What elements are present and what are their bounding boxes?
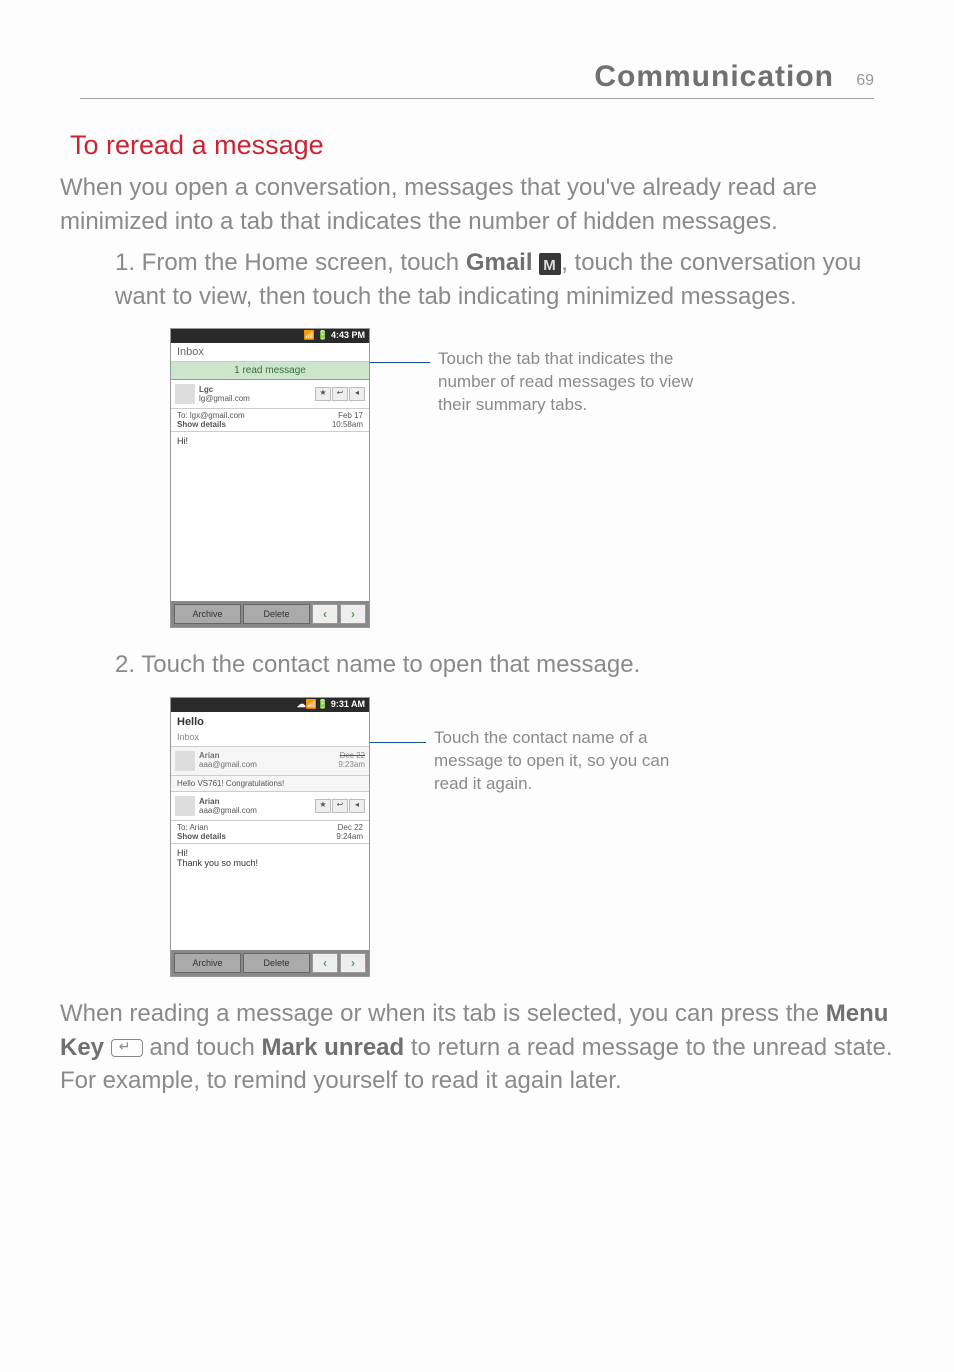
sender-email: lg@gmail.com (199, 394, 315, 403)
screenshot-2-container: ☁📶🔋 9:31 AM Hello Inbox Arian aaa@gmail.… (170, 697, 894, 977)
step-2: 2. Touch the contact name to open that m… (115, 648, 894, 682)
contact-time-1: 9:23am (338, 760, 365, 769)
dropdown-button[interactable]: ◂ (349, 387, 365, 401)
footer-paragraph: When reading a message or when its tab i… (60, 997, 894, 1098)
next-button-2[interactable]: › (340, 953, 366, 973)
mark-unread-label: Mark unread (261, 1034, 404, 1061)
status-time-2: 9:31 AM (331, 699, 365, 709)
reply-button[interactable]: ↩ (332, 387, 348, 401)
message-body-2: Hi! Thank you so much! (171, 844, 369, 872)
to-address: To: lgx@gmail.com (177, 411, 245, 420)
show-details-link-2[interactable]: Show details (177, 832, 226, 841)
phone-screenshot-1: 📶 🔋 4:43 PM Inbox 1 read message Lgc lg@… (170, 328, 370, 628)
archive-button[interactable]: Archive (174, 604, 241, 624)
avatar (175, 384, 195, 404)
callout-line-1 (370, 362, 430, 363)
screenshot-1-container: 📶 🔋 4:43 PM Inbox 1 read message Lgc lg@… (170, 328, 894, 628)
show-details-link[interactable]: Show details (177, 420, 245, 429)
msg-time-2: 9:24am (336, 832, 363, 841)
contact-name-2: Arian (199, 797, 315, 806)
menu-key-icon (111, 1039, 143, 1057)
read-message-tab[interactable]: 1 read message (171, 362, 369, 380)
step-1: 1. From the Home screen, touch Gmail , t… (115, 246, 894, 313)
archive-button-2[interactable]: Archive (174, 953, 241, 973)
hello-title: Hello (171, 712, 369, 732)
gmail-label: Gmail (466, 249, 533, 276)
avatar-2 (175, 751, 195, 771)
phone-screenshot-2: ☁📶🔋 9:31 AM Hello Inbox Arian aaa@gmail.… (170, 697, 370, 977)
header-divider (80, 98, 874, 99)
delete-button[interactable]: Delete (243, 604, 310, 624)
section-title: To reread a message (70, 130, 894, 161)
collapsed-message[interactable]: Arian aaa@gmail.com Dec 22 9:23am (171, 747, 369, 776)
message-body: Hi! (171, 432, 369, 450)
msg-time: 10:58am (332, 420, 363, 429)
footer-prefix: When reading a message or when its tab i… (60, 1000, 826, 1027)
reply-button-2[interactable]: ↩ (332, 799, 348, 813)
to-line: To: lgx@gmail.com Show details Feb 17 10… (171, 409, 369, 432)
footer-mid: and touch (143, 1034, 262, 1061)
gmail-icon (539, 253, 561, 275)
page-header-title: Communication (594, 60, 834, 94)
avatar-3 (175, 796, 195, 816)
msg-date-2: Dec 22 (336, 823, 363, 832)
prev-button[interactable]: ‹ (312, 604, 338, 624)
step1-prefix: 1. From the Home screen, touch (115, 249, 466, 276)
delete-button-2[interactable]: Delete (243, 953, 310, 973)
status-bar-2: ☁📶🔋 9:31 AM (171, 698, 369, 712)
callout-text-2: Touch the contact name of a message to o… (434, 727, 694, 796)
to-line-2: To: Arian Show details Dec 22 9:24am (171, 821, 369, 844)
sender-name: Lgc (199, 385, 315, 394)
bottom-toolbar-2: Archive Delete ‹ › (171, 950, 369, 976)
contact-date-1: Dec 22 (338, 751, 365, 760)
callout-text-1: Touch the tab that indicates the number … (438, 348, 718, 417)
inbox-label-2: Inbox (171, 732, 369, 747)
prev-button-2[interactable]: ‹ (312, 953, 338, 973)
star-button-2[interactable]: ★ (315, 799, 331, 813)
congrats-text: Hello VS761! Congratulations! (171, 776, 369, 792)
message-header-row: Lgc lg@gmail.com ★ ↩ ◂ (171, 380, 369, 409)
expanded-message-header: Arian aaa@gmail.com ★ ↩ ◂ (171, 792, 369, 821)
dropdown-button-2[interactable]: ◂ (349, 799, 365, 813)
contact-name-1: Arian (199, 751, 338, 760)
star-button[interactable]: ★ (315, 387, 331, 401)
next-button[interactable]: › (340, 604, 366, 624)
callout-line-2 (370, 742, 426, 743)
page-number: 69 (856, 72, 874, 90)
intro-paragraph: When you open a conversation, messages t… (60, 171, 894, 238)
status-bar: 📶 🔋 4:43 PM (171, 329, 369, 343)
contact-email-1: aaa@gmail.com (199, 760, 338, 769)
msg-date: Feb 17 (332, 411, 363, 420)
bottom-toolbar: Archive Delete ‹ › (171, 601, 369, 627)
status-time: 4:43 PM (331, 330, 365, 340)
contact-email-2: aaa@gmail.com (199, 806, 315, 815)
inbox-label: Inbox (171, 343, 369, 362)
to-address-2: To: Arian (177, 823, 226, 832)
